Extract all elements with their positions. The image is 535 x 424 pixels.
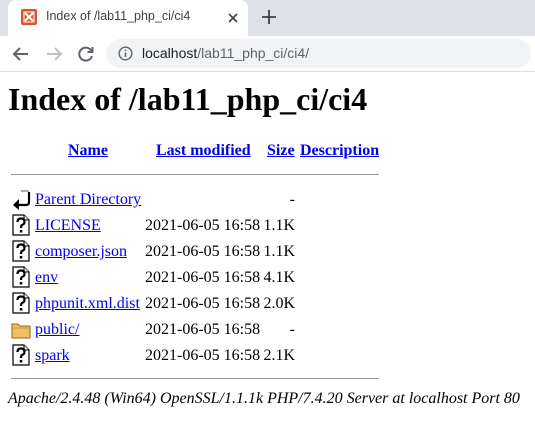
row-size: 1.1K [263, 217, 295, 234]
unknown-file-icon [11, 240, 31, 262]
table-row: spark 2021-06-05 16:58 2.1K [0, 342, 535, 368]
row-name-link[interactable]: env [35, 269, 58, 287]
address-bar[interactable]: localhost/lab11_php_ci/ci4/ [106, 39, 531, 68]
table-row: public/ 2021-06-05 16:58 - [0, 316, 535, 342]
server-signature: Apache/2.4.48 (Win64) OpenSSL/1.1.1k PHP… [8, 390, 520, 407]
row-size: - [289, 191, 295, 208]
footer-divider [11, 378, 379, 379]
column-header-description[interactable]: Description [300, 142, 379, 160]
row-name-link[interactable]: composer.json [35, 243, 127, 261]
unknown-file-icon [11, 266, 31, 288]
tab-title: Index of /lab11_php_ci/ci4 [46, 9, 191, 23]
table-row: phpunit.xml.dist 2021-06-05 16:58 2.0K [0, 290, 535, 316]
back-arrow-icon[interactable] [11, 44, 31, 64]
row-size: 4.1K [263, 269, 295, 286]
column-header-name[interactable]: Name [68, 142, 108, 160]
row-size: 2.1K [263, 347, 295, 364]
tab-strip: Index of /lab11_php_ci/ci4 [0, 0, 535, 36]
unknown-file-icon [11, 344, 31, 366]
row-name-link[interactable]: LICENSE [35, 217, 101, 235]
column-header-size[interactable]: Size [267, 142, 295, 160]
browser-tab[interactable]: Index of /lab11_php_ci/ci4 [8, 0, 248, 36]
folder-icon [11, 318, 31, 340]
url-host: localhost [142, 45, 198, 61]
site-info-icon[interactable] [118, 46, 133, 61]
url-path: /lab11_php_ci/ci4/ [197, 45, 310, 61]
back-icon [11, 188, 31, 210]
row-size: 2.0K [263, 295, 295, 312]
row-size: 1.1K [263, 243, 295, 260]
column-header-last-modified[interactable]: Last modified [156, 142, 251, 160]
forward-arrow-icon[interactable] [44, 44, 64, 64]
reload-icon[interactable] [76, 44, 96, 64]
page-title: Index of /lab11_php_ci/ci4 [8, 81, 368, 117]
url-text: localhost/lab11_php_ci/ci4/ [142, 45, 309, 61]
browser-toolbar: localhost/lab11_php_ci/ci4/ [0, 36, 535, 72]
xampp-favicon-icon [21, 9, 37, 25]
page-content: Index of /lab11_php_ci/ci4 Name Last mod… [0, 72, 535, 424]
unknown-file-icon [11, 292, 31, 314]
table-row: env 2021-06-05 16:58 4.1K [0, 264, 535, 290]
header-divider [11, 174, 379, 175]
row-name-link[interactable]: phpunit.xml.dist [35, 295, 140, 313]
row-name-link[interactable]: public/ [35, 321, 79, 339]
row-name-link[interactable]: Parent Directory [35, 191, 141, 209]
table-row: LICENSE 2021-06-05 16:58 1.1K [0, 212, 535, 238]
row-name-link[interactable]: spark [35, 347, 70, 365]
row-size: - [289, 321, 295, 338]
close-tab-icon[interactable] [225, 10, 241, 26]
unknown-file-icon [11, 214, 31, 236]
table-row: composer.json 2021-06-05 16:58 1.1K [0, 238, 535, 264]
new-tab-icon[interactable] [260, 8, 278, 26]
table-row: Parent Directory - [0, 186, 535, 212]
